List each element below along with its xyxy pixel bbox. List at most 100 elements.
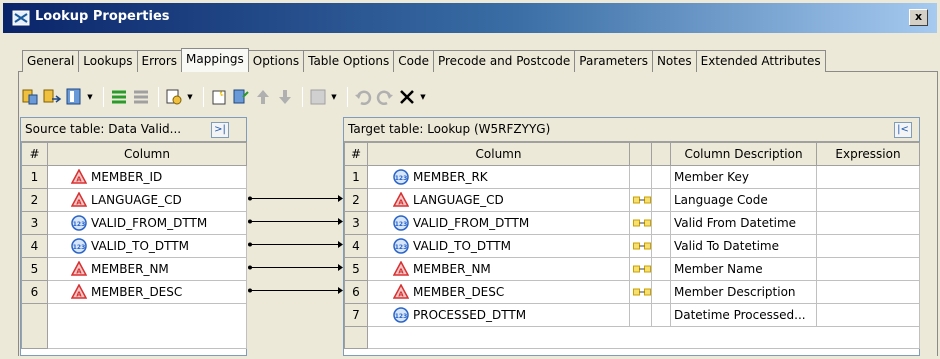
mapping-line[interactable] [248,218,343,225]
target-expression-cell[interactable] [816,211,920,235]
target-col-header-description[interactable]: Column Description [670,142,817,166]
mapping-line[interactable] [248,287,343,294]
close-button[interactable]: x [909,9,928,26]
target-column-cell[interactable]: A MEMBER_NM [367,257,630,281]
move-down-button[interactable] [275,87,295,107]
title-bar[interactable]: Lookup Properties x [3,3,937,33]
new-column-button[interactable] [209,87,229,107]
mapping-line[interactable] [248,195,343,202]
expression-button[interactable] [308,87,328,107]
tab-lookups[interactable]: Lookups [78,50,138,72]
source-column-cell[interactable]: A MEMBER_NM [47,257,247,281]
collapse-target-button[interactable]: |< [894,122,912,138]
target-description-cell[interactable]: Language Code [670,188,817,212]
mapping-line[interactable] [248,241,343,248]
source-row[interactable]: 2 A LANGUAGE_CD [21,188,247,212]
target-expression-cell[interactable] [816,188,920,212]
tab-mappings[interactable]: Mappings [181,48,249,72]
mapped-indicator-icon [633,288,651,296]
character-column-icon: A [71,169,87,185]
target-column-cell[interactable]: A LANGUAGE_CD [367,188,630,212]
target-col-header-flag[interactable] [651,142,671,166]
map-all-button[interactable] [109,87,129,107]
tab-precode-and-postcode[interactable]: Precode and Postcode [432,50,576,72]
tab-errors[interactable]: Errors [136,50,183,72]
target-expression-cell[interactable] [816,303,920,327]
target-expression-cell[interactable] [816,280,920,304]
mapped-indicator-icon [633,265,651,273]
target-row[interactable]: 6 A MEMBER_DESC Member Description [344,280,920,304]
chevron-down-icon[interactable]: ▼ [86,87,94,107]
undo-button[interactable] [353,87,373,107]
target-expression-cell[interactable] [816,234,920,258]
target-column-cell[interactable]: 123 VALID_FROM_DTTM [367,211,630,235]
source-row[interactable]: 4 123 VALID_TO_DTTM [21,234,247,258]
tab-extended-attributes[interactable]: Extended Attributes [695,50,826,72]
unmap-icon [134,90,148,104]
target-column-cell[interactable]: 123 VALID_TO_DTTM [367,234,630,258]
target-description-cell[interactable]: Member Key [670,165,817,189]
target-row[interactable]: 5 A MEMBER_NM Member Name [344,257,920,281]
target-row[interactable]: 1 123 MEMBER_RK Member Key [344,165,920,189]
target-row[interactable]: 3 123 VALID_FROM_DTTM Valid From Datetime [344,211,920,235]
propagate-button[interactable] [231,87,251,107]
target-row[interactable]: 2 A LANGUAGE_CD Language Code [344,188,920,212]
character-column-icon: A [71,192,87,208]
redo-button[interactable] [375,87,395,107]
import-columns-button[interactable] [20,87,40,107]
target-col-header-expression[interactable]: Expression [816,142,920,166]
target-description-cell[interactable]: Member Name [670,257,817,281]
derived-mapping-button[interactable] [164,87,184,107]
source-column-cell[interactable]: A LANGUAGE_CD [47,188,247,212]
target-description-cell[interactable]: Datetime Processed... [670,303,817,327]
chevron-down-icon[interactable]: ▼ [186,87,194,107]
source-row-number: 4 [21,234,48,258]
target-column-cell[interactable]: 123 PROCESSED_DTTM [367,303,630,327]
target-expression-cell[interactable] [816,257,920,281]
svg-text:A: A [76,176,82,184]
target-column-name: LANGUAGE_CD [413,193,504,207]
target-description-cell[interactable]: Member Description [670,280,817,304]
source-row[interactable]: 6 A MEMBER_DESC [21,280,247,304]
tab-general[interactable]: General [22,50,80,72]
target-row[interactable]: 7 123 PROCESSED_DTTM Datetime Processed... [344,303,920,327]
target-column-cell[interactable]: 123 MEMBER_RK [367,165,630,189]
source-col-header-num[interactable]: # [21,142,48,166]
target-col-header-mapping[interactable] [629,142,652,166]
tab-code[interactable]: Code [393,50,434,72]
target-column-cell[interactable]: A MEMBER_DESC [367,280,630,304]
source-row[interactable]: 5 A MEMBER_NM [21,257,247,281]
target-description-cell[interactable]: Valid To Datetime [670,234,817,258]
target-col-header-column[interactable]: Column [367,142,630,166]
target-column-name: VALID_TO_DTTM [413,239,511,253]
target-description-cell[interactable]: Valid From Datetime [670,211,817,235]
source-row[interactable]: 1 A MEMBER_ID [21,165,247,189]
target-row[interactable]: 4 123 VALID_TO_DTTM Valid To Datetime [344,234,920,258]
column-layout-button[interactable] [64,87,84,107]
tab-table-options[interactable]: Table Options [303,50,395,72]
tab-parameters[interactable]: Parameters [574,50,653,72]
source-row-number: 3 [21,211,48,235]
tab-options[interactable]: Options [247,50,305,72]
source-column-cell[interactable]: A MEMBER_ID [47,165,247,189]
tab-notes[interactable]: Notes [651,50,697,72]
mapping-line[interactable] [248,264,343,271]
export-columns-button[interactable] [42,87,62,107]
expand-source-button[interactable]: >| [211,122,229,138]
unmap-button[interactable] [131,87,151,107]
source-row[interactable]: 3 123 VALID_FROM_DTTM [21,211,247,235]
chevron-down-icon[interactable]: ▼ [419,87,427,107]
move-up-button[interactable] [253,87,273,107]
numeric-column-icon: 123 [71,238,87,254]
source-column-cell[interactable]: A MEMBER_DESC [47,280,247,304]
toolbar-separator [158,87,159,107]
lookup-transform-icon [12,9,30,27]
source-column-cell[interactable]: 123 VALID_FROM_DTTM [47,211,247,235]
source-column-cell[interactable]: 123 VALID_TO_DTTM [47,234,247,258]
target-expression-cell[interactable] [816,165,920,189]
chevron-down-icon[interactable]: ▼ [330,87,338,107]
source-col-header-column[interactable]: Column [47,142,247,166]
target-col-header-num[interactable]: # [344,142,368,166]
delete-button[interactable] [397,87,417,107]
target-flag-cell [651,257,671,281]
